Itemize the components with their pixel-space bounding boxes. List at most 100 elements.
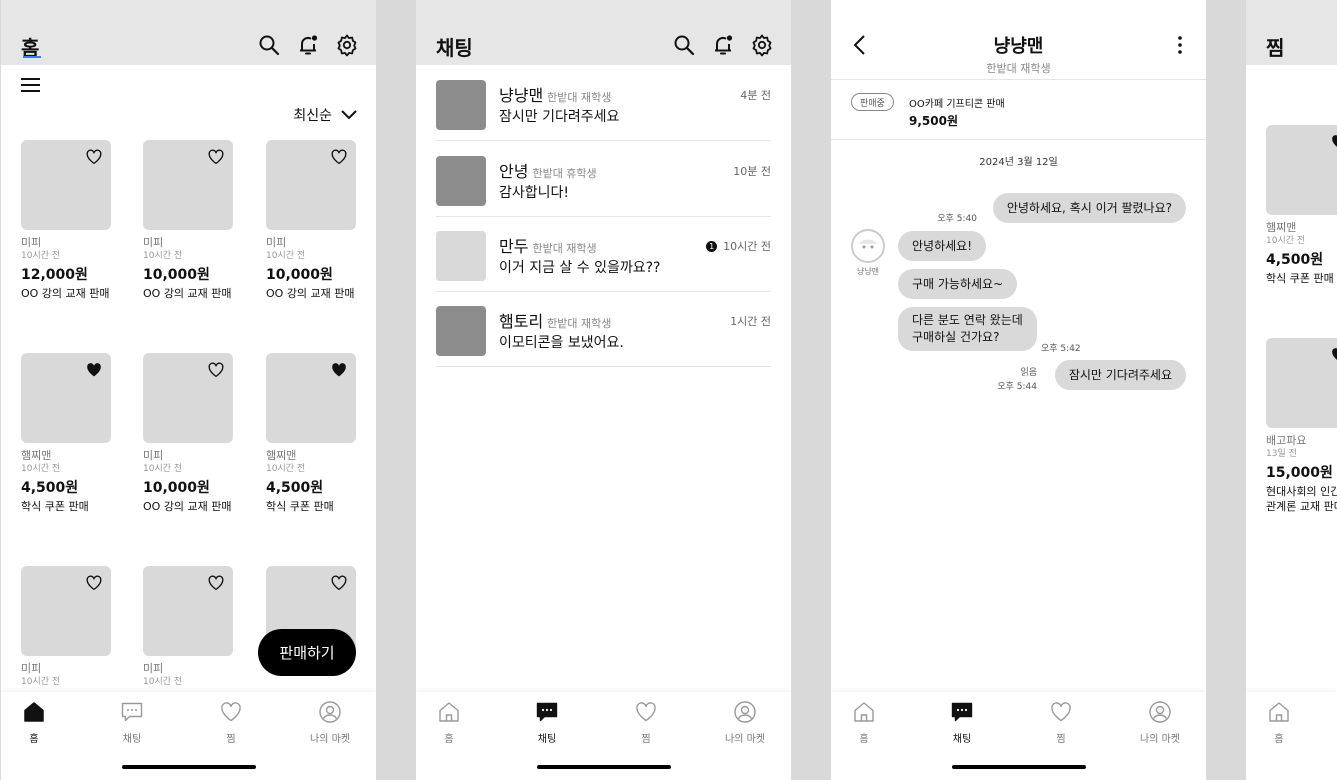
home-app-bar: 홈 bbox=[1, 0, 376, 65]
room-school: 한밭대 재학생 bbox=[547, 317, 612, 330]
room-time: 10분 전 bbox=[733, 163, 771, 179]
product-thumbnail bbox=[266, 140, 356, 230]
settings-gear-icon[interactable] bbox=[750, 33, 774, 57]
post-time: 10시간 전 bbox=[143, 464, 183, 474]
post-time: 10시간 전 bbox=[266, 251, 306, 261]
notification-bell-icon[interactable] bbox=[711, 33, 735, 57]
last-message: 잠시만 기다려주세요 bbox=[499, 109, 620, 125]
wishlist-app-bar: 찜 bbox=[1246, 0, 1337, 65]
product-card[interactable]: 햄찌맨 10시간 전 4,500원 학식 쿠폰 판매 bbox=[266, 353, 362, 514]
face-icon bbox=[854, 232, 882, 260]
avatar bbox=[436, 231, 486, 281]
product-price: 12,000원 bbox=[21, 267, 88, 283]
message-line: 구매하실 건가요? bbox=[912, 330, 1000, 344]
message-time: 오후 5:44 bbox=[997, 382, 1037, 392]
nav-chat-label: 채팅 bbox=[537, 734, 557, 745]
chat-room-item[interactable]: 햄토리 한밭대 재학생 이모티콘을 보냈어요. 1시간 전 bbox=[436, 292, 771, 367]
notification-bell-icon[interactable] bbox=[296, 33, 320, 57]
nav-my-market-label: 나의 마켓 bbox=[725, 734, 765, 745]
nav-my-market[interactable]: 나의 마켓 bbox=[295, 700, 365, 745]
peer-message-bubble: 안녕하세요! bbox=[898, 231, 987, 261]
sell-button[interactable]: 판매하기 bbox=[258, 629, 356, 676]
heart-filled-icon[interactable] bbox=[330, 361, 348, 379]
room-time: 1 10시간 전 bbox=[706, 238, 771, 254]
home-icon bbox=[439, 702, 459, 722]
product-card[interactable]: 햄찌맨 10시간 전 4,500원 학식 쿠폰 판매 bbox=[21, 353, 117, 514]
message-time: 오후 5:40 bbox=[937, 214, 977, 224]
product-card[interactable]: 미피 10시간 전 10,000원 OO 강의 교재 판매 bbox=[143, 353, 239, 514]
home-icon bbox=[854, 702, 874, 722]
chat-room-header: 냥냥맨 한밭대 재학생 bbox=[831, 0, 1206, 80]
chat-room-item[interactable]: 만두 한밭대 재학생 이거 지금 살 수 있을까요?? 1 10시간 전 bbox=[436, 217, 771, 292]
product-thumbnail bbox=[143, 140, 233, 230]
heart-outline-icon[interactable] bbox=[207, 148, 225, 166]
nav-wish[interactable]: 찜 bbox=[1026, 700, 1096, 745]
product-card[interactable]: 미피 10시간 전 bbox=[143, 566, 239, 692]
nav-wish-label: 찜 bbox=[226, 734, 236, 745]
chat-room-item[interactable]: 안녕 한밭대 휴학생 감사합니다! 10분 전 bbox=[436, 142, 771, 217]
seller-name: 미피 bbox=[21, 662, 42, 675]
nav-my-market[interactable]: 나의 마켓 bbox=[1125, 700, 1195, 745]
home-indicator bbox=[951, 765, 1086, 769]
wishlist-screen: 찜 햄찌맨 10시간 전 4,500원 학식 쿠폰 판매 배고파요 13일 전 … bbox=[1246, 0, 1337, 780]
sort-dropdown[interactable]: 최신순 bbox=[293, 105, 358, 125]
chat-room-item[interactable]: 냥냥맨 한밭대 재학생 잠시만 기다려주세요 4분 전 bbox=[436, 66, 771, 141]
product-card[interactable]: 미피 10시간 전 bbox=[21, 566, 117, 692]
product-summary[interactable]: 판매중 OO카페 기프티콘 판매 9,500원 bbox=[831, 80, 1206, 140]
product-card[interactable]: 미피 10시간 전 12,000원 OO 강의 교재 판매 bbox=[21, 140, 117, 301]
heart-outline-icon[interactable] bbox=[85, 148, 103, 166]
sort-label: 최신순 bbox=[293, 108, 332, 124]
more-options-icon[interactable] bbox=[1168, 33, 1192, 57]
home-icon bbox=[24, 702, 44, 722]
heart-outline-icon[interactable] bbox=[207, 574, 225, 592]
heart-outline-icon[interactable] bbox=[330, 574, 348, 592]
nav-home[interactable]: 홈 bbox=[416, 700, 484, 745]
post-time: 10시간 전 bbox=[21, 464, 61, 474]
nav-chat[interactable]: 채팅 bbox=[512, 700, 582, 745]
product-thumbnail bbox=[143, 353, 233, 443]
heart-outline-icon[interactable] bbox=[330, 148, 348, 166]
heart-outline-icon[interactable] bbox=[85, 574, 103, 592]
message-time: 오후 5:42 bbox=[1041, 344, 1081, 354]
heart-filled-icon[interactable] bbox=[1330, 133, 1337, 151]
chat-room-name: 만두 한밭대 재학생 bbox=[499, 233, 597, 257]
wish-card[interactable]: 배고파요 13일 전 15,000원 현대사회의 인간 관계론 교재 판매 bbox=[1266, 338, 1337, 514]
avatar bbox=[436, 156, 486, 206]
nav-home[interactable]: 홈 bbox=[831, 700, 899, 745]
heart-outline-icon[interactable] bbox=[207, 361, 225, 379]
unread-badge: 1 bbox=[706, 240, 718, 252]
home-indicator bbox=[121, 765, 256, 769]
nav-home[interactable]: 홈 bbox=[1246, 700, 1314, 745]
heart-icon bbox=[221, 702, 241, 722]
nav-my-market[interactable]: 나의 마켓 bbox=[710, 700, 780, 745]
nav-my-market-label: 나의 마켓 bbox=[1140, 734, 1180, 745]
room-school: 한밭대 휴학생 bbox=[532, 167, 597, 180]
search-icon[interactable] bbox=[672, 33, 696, 57]
product-card[interactable]: 미피 10시간 전 10,000원 OO 강의 교재 판매 bbox=[143, 140, 239, 301]
nav-chat[interactable]: 채팅 bbox=[927, 700, 997, 745]
post-time: 10시간 전 bbox=[266, 464, 306, 474]
product-card[interactable]: 미피 10시간 전 10,000원 OO 강의 교재 판매 bbox=[266, 140, 362, 301]
seller-name: 배고파요 bbox=[1266, 434, 1307, 447]
heart-filled-icon[interactable] bbox=[1330, 346, 1337, 364]
product-name: OO 강의 교재 판매 bbox=[266, 287, 355, 300]
home-indicator bbox=[536, 765, 671, 769]
chat-icon bbox=[951, 702, 973, 722]
nav-wish[interactable]: 찜 bbox=[196, 700, 266, 745]
post-time: 10시간 전 bbox=[21, 251, 61, 261]
search-icon[interactable] bbox=[257, 33, 281, 57]
peer-message-bubble: 다른 분도 연락 왔는데 구매하실 건가요? bbox=[898, 307, 1037, 351]
hamburger-menu-icon[interactable] bbox=[21, 76, 41, 94]
nav-home[interactable]: 홈 bbox=[1, 700, 69, 745]
chat-room-name: 햄토리 한밭대 재학생 bbox=[499, 308, 611, 332]
product-name: OO 강의 교재 판매 bbox=[21, 287, 110, 300]
nav-chat[interactable]: 채팅 bbox=[97, 700, 167, 745]
time-label: 10시간 전 bbox=[723, 240, 771, 253]
wish-card[interactable]: 햄찌맨 10시간 전 4,500원 학식 쿠폰 판매 bbox=[1266, 125, 1337, 286]
settings-gear-icon[interactable] bbox=[335, 33, 359, 57]
time-label: 1시간 전 bbox=[730, 315, 771, 328]
heart-filled-icon[interactable] bbox=[85, 361, 103, 379]
nav-my-market-label: 나의 마켓 bbox=[310, 734, 350, 745]
nav-wish[interactable]: 찜 bbox=[611, 700, 681, 745]
home-screen: 홈 최신순 미피 10시간 전 12,000원 OO 강의 교재 판매 미피 10시간 전… bbox=[1, 0, 376, 780]
